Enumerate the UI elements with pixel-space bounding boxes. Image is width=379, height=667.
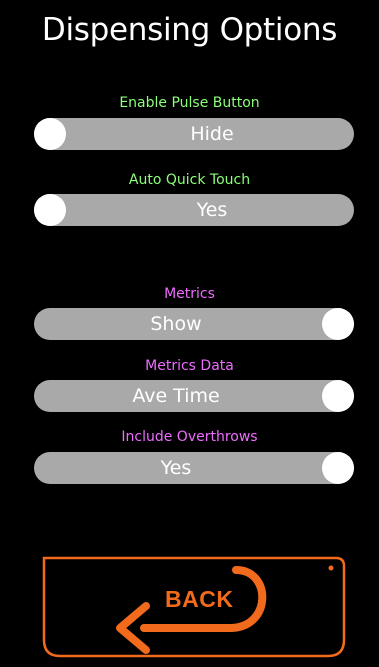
include-overthrows-label: Include Overthrows bbox=[121, 429, 258, 445]
toggle-value: Show bbox=[150, 313, 202, 335]
include-overthrows-toggle[interactable]: Yes bbox=[34, 452, 354, 484]
enable-pulse-button-label: Enable Pulse Button bbox=[119, 95, 260, 111]
toggle-value: Yes bbox=[160, 457, 192, 479]
page-title: Dispensing Options bbox=[41, 12, 338, 48]
metrics-data-toggle[interactable]: Ave Time bbox=[34, 380, 354, 412]
back-label: BACK bbox=[165, 586, 234, 612]
toggle-value: Hide bbox=[190, 123, 234, 145]
metrics-label: Metrics bbox=[164, 286, 215, 302]
toggle-value: Ave Time bbox=[132, 385, 220, 407]
auto-quick-touch-toggle[interactable]: Yes bbox=[34, 194, 354, 226]
back-button[interactable]: BACK bbox=[40, 556, 346, 658]
auto-quick-touch-label: Auto Quick Touch bbox=[128, 172, 251, 188]
metrics-toggle[interactable]: Show bbox=[34, 308, 354, 340]
metrics-data-label: Metrics Data bbox=[145, 358, 234, 374]
toggle-value: Yes bbox=[196, 199, 228, 221]
enable-pulse-button-toggle[interactable]: Hide bbox=[34, 118, 354, 150]
